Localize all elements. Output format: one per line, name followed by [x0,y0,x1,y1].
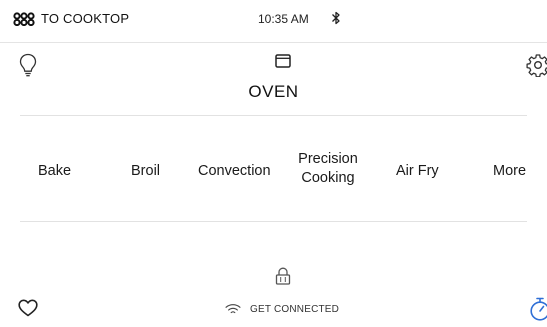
precision-label-line1: Precision [298,151,358,167]
gear-icon[interactable] [526,53,547,77]
clock: 10:35 AM [258,12,309,26]
timer-icon[interactable] [529,297,547,321]
to-cooktop-button[interactable]: TO COOKTOP [13,11,129,26]
status-bar: TO COOKTOP 10:35 AM [0,0,547,43]
mode-precision-cooking-button[interactable]: Precision Cooking [293,150,363,188]
mode-bake-button[interactable]: Bake [38,162,71,181]
precision-label-line2: Cooking [301,170,355,186]
wifi-icon [225,304,241,314]
mode-broil-button[interactable]: Broil [131,162,160,181]
heart-icon[interactable] [18,299,38,317]
lock-icon[interactable] [275,267,291,285]
cooktop-icon [13,11,35,26]
mode-more-button[interactable]: More [493,162,526,181]
cooking-mode-list: Bake Broil Convection Precision Cooking … [13,146,547,194]
get-connected-button[interactable]: GET CONNECTED [225,303,339,315]
to-cooktop-label: TO COOKTOP [41,11,130,26]
light-bulb-icon[interactable] [19,53,37,77]
page-title: OVEN [248,82,299,101]
oven-icon [275,54,291,68]
divider [20,221,527,222]
mode-convection-button[interactable]: Convection [198,162,271,181]
get-connected-label: GET CONNECTED [250,303,340,315]
bluetooth-icon [332,11,340,25]
mode-air-fry-button[interactable]: Air Fry [396,162,439,181]
divider [20,115,527,116]
